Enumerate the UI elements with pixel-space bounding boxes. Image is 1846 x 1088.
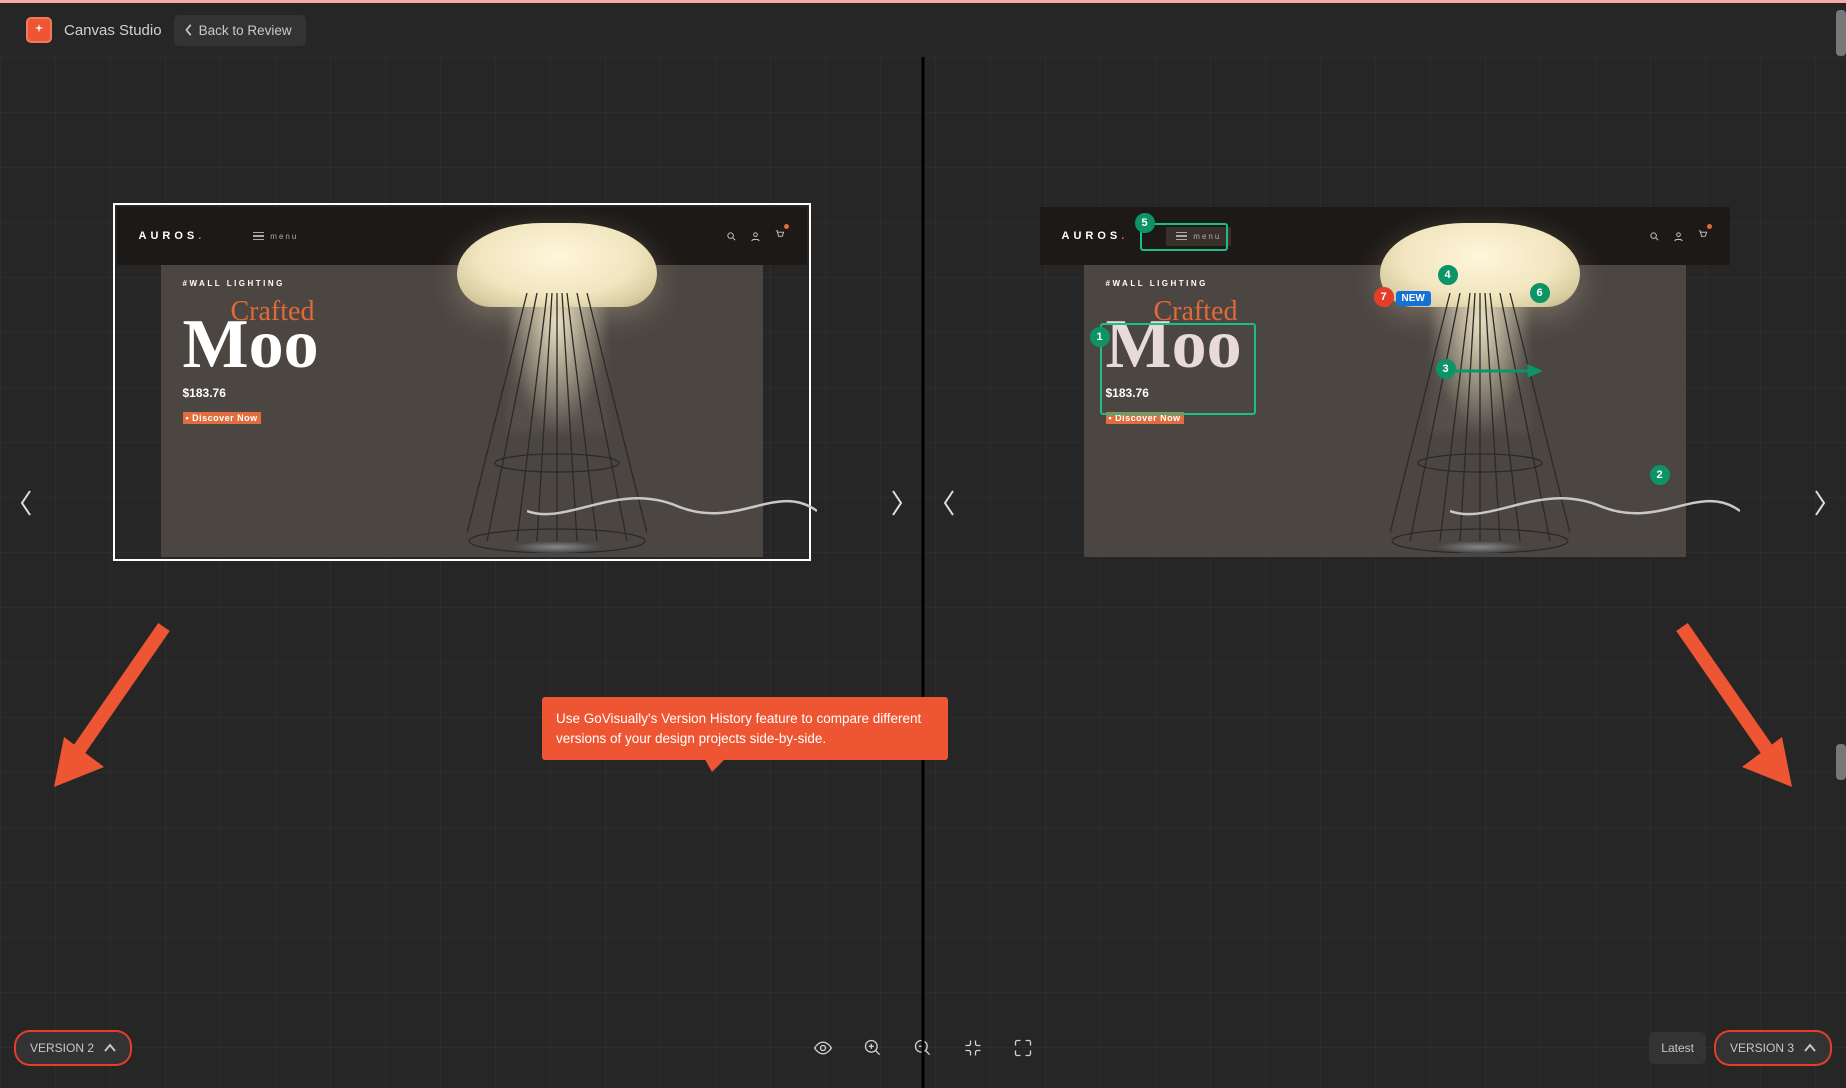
latest-badge: Latest <box>1649 1032 1706 1064</box>
discover-link: • Discover Now <box>183 412 261 424</box>
chevron-right-icon <box>1813 489 1827 517</box>
annotation-box-headline[interactable] <box>1100 323 1256 415</box>
lamp-cord <box>1450 471 1740 531</box>
fit-to-screen-button[interactable] <box>962 1037 984 1059</box>
tooltip-tail <box>702 754 730 772</box>
lamp-cord <box>527 471 817 531</box>
annotation-marker-4[interactable]: 4 <box>1438 265 1458 285</box>
product-tag: #WALL LIGHTING <box>1106 279 1242 288</box>
scrollbar-stub-top[interactable] <box>1836 10 1846 56</box>
annotation-arrow <box>1456 363 1542 379</box>
fullscreen-button[interactable] <box>1012 1037 1034 1059</box>
left-version-label: VERSION 2 <box>30 1041 94 1055</box>
chevron-right-icon <box>890 489 904 517</box>
chevron-left-icon <box>19 489 33 517</box>
visibility-toggle[interactable] <box>812 1037 834 1059</box>
brand-logo: AUROS. <box>139 230 206 242</box>
chevron-up-icon <box>104 1043 116 1053</box>
zoom-in-button[interactable] <box>862 1037 884 1059</box>
search-icon <box>726 231 737 242</box>
artboard-right[interactable]: AUROS. menu <box>1040 207 1730 557</box>
headline: Moo <box>183 310 319 380</box>
next-artboard-button[interactable] <box>1806 483 1834 523</box>
zoom-in-icon <box>863 1038 883 1058</box>
right-version-label: VERSION 3 <box>1730 1041 1794 1055</box>
search-icon <box>1649 231 1660 242</box>
callout-arrow-left <box>44 617 174 787</box>
hero-text: #WALL LIGHTING Crafted Moo $183.76 • Dis… <box>183 279 319 426</box>
annotation-marker-2[interactable]: 2 <box>1650 465 1670 485</box>
product-tag: #WALL LIGHTING <box>183 279 319 288</box>
hamburger-icon <box>253 232 264 241</box>
artboard-navbar: AUROS. menu <box>117 207 807 265</box>
back-to-review-button[interactable]: Back to Review <box>174 15 306 46</box>
next-artboard-button[interactable] <box>883 483 911 523</box>
minimize-icon <box>963 1038 983 1058</box>
prev-artboard-button[interactable] <box>935 483 963 523</box>
annotation-marker-5[interactable]: 5 <box>1135 213 1155 233</box>
navbar-icons <box>726 227 785 245</box>
price: $183.76 <box>183 386 319 400</box>
annotation-marker-6[interactable]: 6 <box>1530 283 1550 303</box>
tooltip-text: Use GoVisually's Version History feature… <box>556 711 921 746</box>
right-version-selector[interactable]: VERSION 3 <box>1716 1032 1830 1064</box>
app-header: Canvas Studio Back to Review <box>0 3 1846 57</box>
chevron-left-icon <box>942 489 956 517</box>
app-title: Canvas Studio <box>64 22 162 39</box>
navbar-icons <box>1649 227 1708 245</box>
brand-logo: AUROS. <box>1062 230 1129 242</box>
artboard-left[interactable]: AUROS. menu <box>117 207 807 557</box>
compare-pane-right: AUROS. menu <box>923 57 1846 1088</box>
callout-arrow-right <box>1672 617 1802 787</box>
user-icon <box>1673 231 1684 242</box>
maximize-icon <box>1013 1038 1033 1058</box>
compare-pane-left: AUROS. menu <box>0 57 923 1088</box>
compare-divider[interactable] <box>922 57 925 1088</box>
eye-icon <box>813 1038 833 1058</box>
compare-area: AUROS. menu <box>0 57 1846 1088</box>
annotation-marker-1[interactable]: 1 <box>1090 327 1110 347</box>
footer-right: Latest VERSION 3 <box>1649 1032 1830 1064</box>
app-logo <box>26 17 52 43</box>
cart-icon <box>1697 227 1708 245</box>
feature-tooltip: Use GoVisually's Version History feature… <box>542 697 948 760</box>
chevron-up-icon <box>1804 1043 1816 1053</box>
menu-button: menu <box>243 227 308 246</box>
annotation-marker-7[interactable]: 7 <box>1374 287 1394 307</box>
prev-artboard-button[interactable] <box>12 483 40 523</box>
chevron-left-icon <box>184 24 194 36</box>
cart-icon <box>774 227 785 245</box>
back-label: Back to Review <box>199 23 292 38</box>
sparkle-icon <box>32 23 46 37</box>
app-root: Canvas Studio Back to Review AUROS. menu <box>0 3 1846 1088</box>
scrollbar-stub-bottom[interactable] <box>1836 744 1846 780</box>
annotation-marker-3[interactable]: 3 <box>1436 359 1456 379</box>
left-version-selector[interactable]: VERSION 2 <box>16 1032 130 1064</box>
annotation-new-badge[interactable]: NEW <box>1396 291 1431 306</box>
user-icon <box>750 231 761 242</box>
